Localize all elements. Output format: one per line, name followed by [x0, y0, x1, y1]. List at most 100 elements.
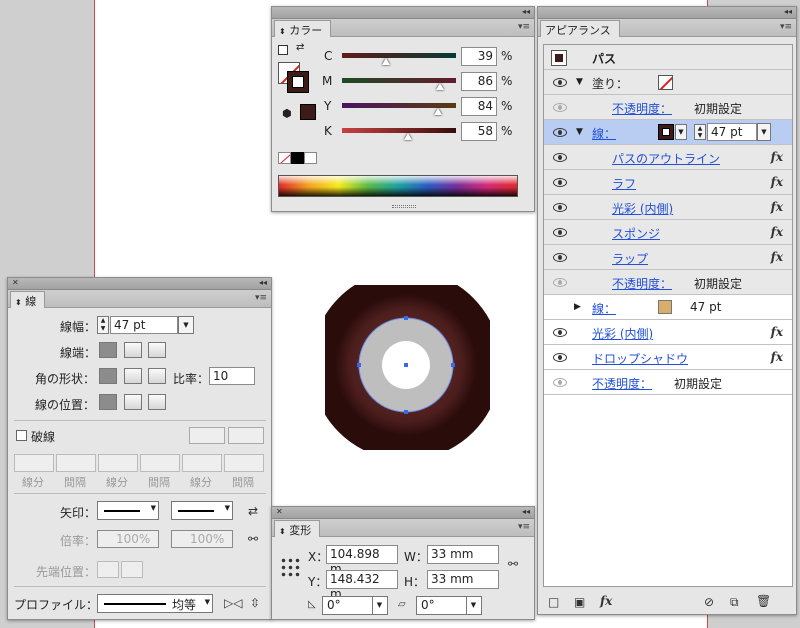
end-arrow-dropdown[interactable]: ▼: [171, 501, 233, 520]
swap-arrows-icon[interactable]: ⇄: [248, 504, 258, 518]
opacity-link[interactable]: 不透明度：: [612, 100, 672, 117]
effect-link[interactable]: 光彩 (内側): [612, 200, 673, 217]
panel-menu-icon[interactable]: ▾≡: [255, 293, 267, 303]
channel-y-slider[interactable]: [342, 103, 456, 115]
tip-place-button[interactable]: [121, 561, 143, 578]
round-join-button[interactable]: [124, 368, 142, 384]
stroke-color-swatch[interactable]: [658, 124, 674, 140]
tab-appearance[interactable]: アピアランス: [540, 20, 620, 37]
end-scale-field[interactable]: 100%: [171, 530, 233, 548]
effect-row[interactable]: ドロップシャドウ fx: [544, 345, 792, 370]
color-spectrum[interactable]: [278, 175, 518, 197]
stroke-panel-titlebar[interactable]: ✕ ◂◂: [8, 278, 271, 290]
start-scale-field[interactable]: 100%: [97, 530, 159, 548]
channel-k-field[interactable]: 58: [461, 122, 497, 141]
round-cap-button[interactable]: [124, 342, 142, 358]
stroke-link[interactable]: 線：: [592, 125, 616, 142]
collapse-icon[interactable]: ◂◂: [522, 507, 530, 516]
fill-none-swatch[interactable]: [658, 75, 673, 90]
channel-m-slider[interactable]: [342, 78, 456, 90]
stroke-color-dropdown[interactable]: ▼: [675, 124, 687, 140]
visibility-eye-icon[interactable]: [553, 228, 567, 237]
tab-transform[interactable]: ⬍ 変形: [274, 520, 321, 537]
resize-grip[interactable]: [392, 205, 416, 208]
visibility-eye-icon[interactable]: [553, 278, 567, 287]
none-swatch[interactable]: [278, 152, 291, 164]
disclosure-triangle-icon[interactable]: ▼: [576, 77, 583, 87]
y-field[interactable]: 148.432 m: [326, 570, 398, 601]
channel-k-slider[interactable]: [342, 128, 456, 140]
dash-align-button[interactable]: [228, 427, 264, 444]
dash-field[interactable]: [182, 454, 222, 472]
tab-color[interactable]: ⬍ カラー: [274, 20, 332, 37]
butt-cap-button[interactable]: [99, 342, 117, 358]
add-effect-icon[interactable]: fx: [600, 594, 612, 608]
visibility-eye-icon[interactable]: [553, 328, 567, 337]
effect-row[interactable]: ラップ fx: [544, 245, 792, 270]
fill-row[interactable]: ▼ 塗り：: [544, 70, 792, 95]
visibility-eye-icon[interactable]: [553, 203, 567, 212]
close-icon[interactable]: ✕: [12, 278, 19, 287]
shear-dropdown[interactable]: 0° ▼: [416, 596, 482, 615]
effect-link[interactable]: ラップ: [612, 250, 648, 267]
fill-opacity-row[interactable]: 不透明度： 初期設定: [544, 95, 792, 120]
last-color-swatch[interactable]: [300, 104, 316, 120]
x-field[interactable]: 104.898 m: [326, 545, 398, 576]
link-scale-icon[interactable]: ⚯: [248, 532, 258, 546]
stroke-opacity-row[interactable]: 不透明度： 初期設定: [544, 270, 792, 295]
swap-colors-icon[interactable]: ⇄: [296, 42, 304, 53]
dash-field[interactable]: [14, 454, 54, 472]
gap-field[interactable]: [224, 454, 264, 472]
align-center-button[interactable]: [99, 394, 117, 410]
gap-field[interactable]: [56, 454, 96, 472]
visibility-eye-icon[interactable]: [553, 353, 567, 362]
weight-field[interactable]: 47 pt: [110, 316, 178, 334]
effect-link[interactable]: スポンジ: [612, 225, 660, 242]
visibility-eye-icon[interactable]: [553, 103, 567, 112]
appearance-header-row[interactable]: パス: [544, 45, 792, 70]
stroke-weight-dropdown[interactable]: ▼: [757, 123, 771, 141]
donut-artwork[interactable]: [325, 285, 490, 450]
add-fill-icon[interactable]: ▣: [574, 595, 585, 609]
effect-row[interactable]: 光彩 (内側) fx: [544, 195, 792, 220]
visibility-eye-icon[interactable]: [553, 378, 567, 387]
dash-preserve-button[interactable]: [189, 427, 225, 444]
gap-field[interactable]: [140, 454, 180, 472]
align-inside-button[interactable]: [124, 394, 142, 410]
weight-dropdown[interactable]: ▼: [178, 316, 194, 334]
add-stroke-icon[interactable]: □: [548, 595, 559, 609]
h-field[interactable]: 33 mm: [427, 570, 499, 589]
opacity-link[interactable]: 不透明度：: [592, 375, 652, 392]
color-panel-titlebar[interactable]: ◂◂: [272, 7, 534, 19]
effect-row[interactable]: スポンジ fx: [544, 220, 792, 245]
constrain-proportions-icon[interactable]: ⚯: [508, 557, 518, 571]
dash-field[interactable]: [98, 454, 138, 472]
disclosure-triangle-icon[interactable]: ▶: [574, 302, 581, 312]
visibility-eye-icon[interactable]: [553, 178, 567, 187]
panel-menu-icon[interactable]: ▾≡: [780, 22, 792, 32]
channel-y-field[interactable]: 84: [461, 97, 497, 116]
default-colors-icon[interactable]: [278, 45, 288, 55]
visibility-eye-icon[interactable]: [553, 253, 567, 262]
stroke-weight-stepper[interactable]: ▲ ▼: [694, 124, 706, 140]
effect-row[interactable]: 光彩 (内側) fx: [544, 320, 792, 345]
effect-link[interactable]: 光彩 (内側): [592, 325, 653, 342]
channel-c-slider[interactable]: [342, 53, 456, 65]
collapse-icon[interactable]: ◂◂: [259, 278, 267, 287]
rotate-dropdown[interactable]: 0° ▼: [322, 596, 388, 615]
stroke-row[interactable]: ▶ 線： 47 pt: [544, 295, 792, 320]
tab-stroke[interactable]: ⬍ 線: [10, 291, 46, 308]
effect-row[interactable]: ラフ fx: [544, 170, 792, 195]
effect-row[interactable]: パスのアウトライン fx: [544, 145, 792, 170]
channel-m-field[interactable]: 86: [461, 72, 497, 91]
effect-link[interactable]: ドロップシャドウ: [592, 350, 688, 367]
collapse-icon[interactable]: ◂◂: [522, 7, 530, 16]
dashed-checkbox[interactable]: [16, 430, 27, 441]
close-icon[interactable]: ✕: [276, 507, 283, 516]
visibility-eye-icon[interactable]: [553, 78, 567, 87]
visibility-eye-icon[interactable]: [553, 128, 567, 137]
clear-appearance-icon[interactable]: ⊘: [704, 595, 714, 609]
stroke-link[interactable]: 線：: [592, 300, 616, 317]
align-outside-button[interactable]: [148, 394, 166, 410]
effect-link[interactable]: パスのアウトライン: [612, 150, 720, 167]
